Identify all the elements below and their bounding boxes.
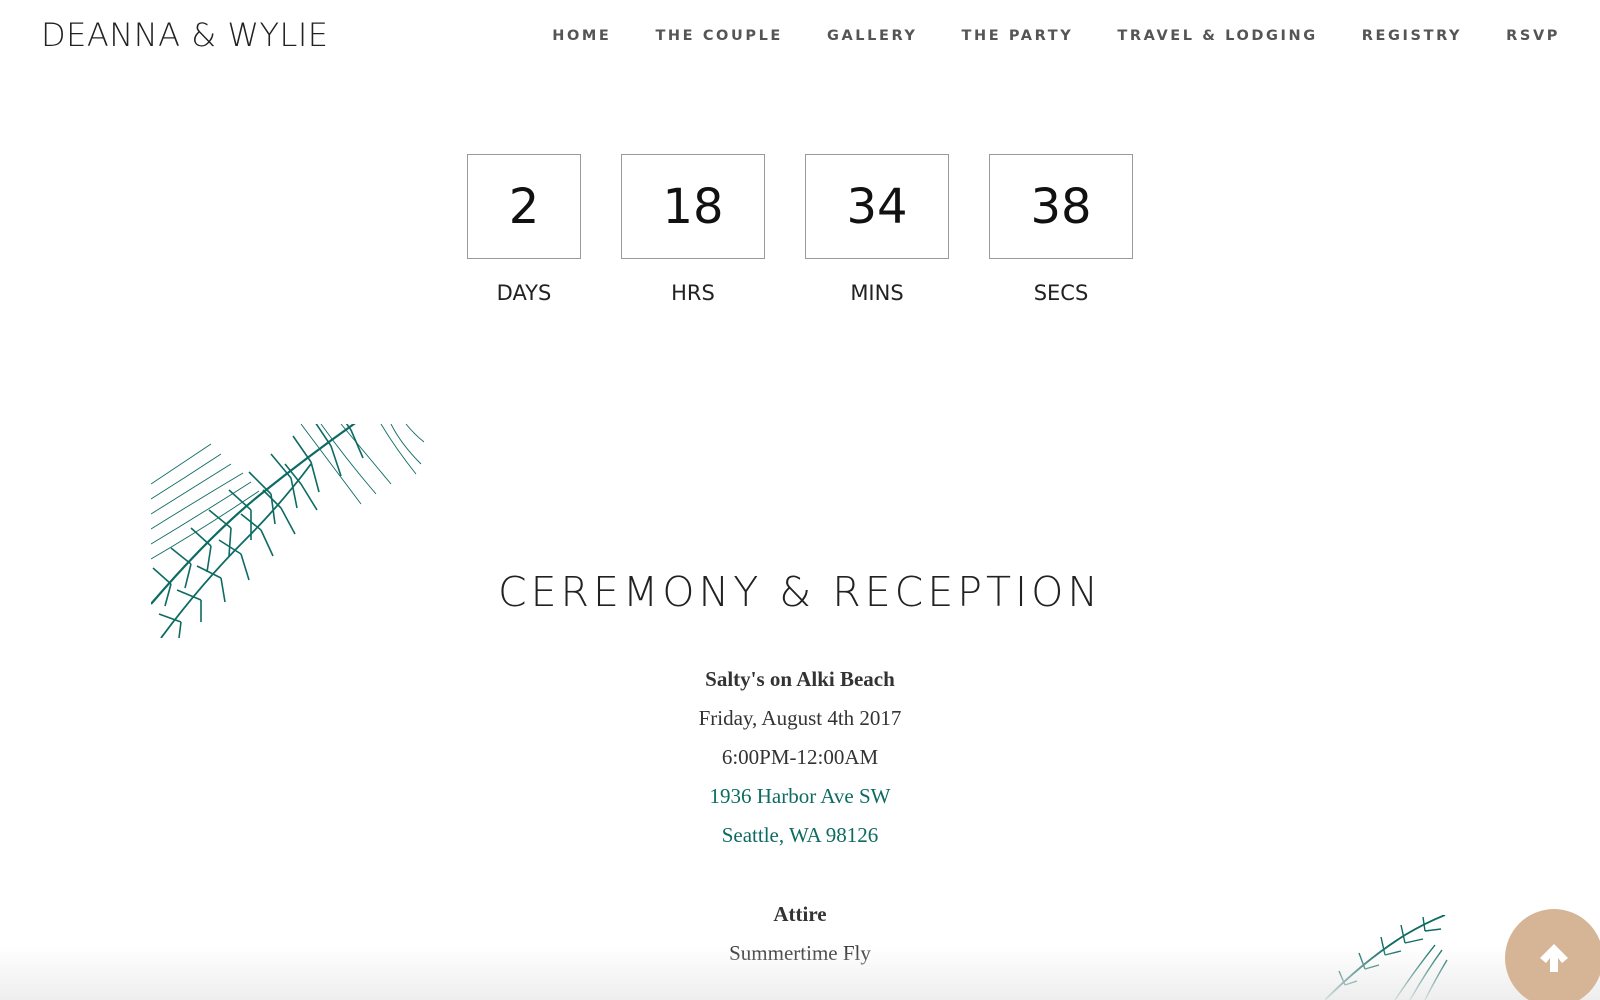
countdown-hours-value: 18 <box>621 154 765 259</box>
page: DEANNA & WYLIE HOME THE COUPLE GALLERY T… <box>0 0 1600 1000</box>
site-title[interactable]: DEANNA & WYLIE <box>41 16 328 54</box>
countdown-seconds: 38 SECS <box>989 154 1133 305</box>
countdown-days-value: 2 <box>467 154 581 259</box>
nav-item-the-party[interactable]: THE PARTY <box>962 28 1074 44</box>
nav-item-gallery[interactable]: GALLERY <box>827 28 918 44</box>
nav-item-the-couple[interactable]: THE COUPLE <box>655 28 783 44</box>
arrow-up-icon <box>1540 944 1568 972</box>
section-title: CEREMONY & RECEPTION <box>497 568 1103 616</box>
countdown-minutes-label: MINS <box>850 281 904 305</box>
back-to-top-button[interactable] <box>1505 909 1600 1000</box>
nav-item-home[interactable]: HOME <box>552 28 611 44</box>
venue-name: Salty's on Alki Beach <box>705 667 895 691</box>
event-time: 6:00PM-12:00AM <box>721 745 879 769</box>
main-nav: HOME THE COUPLE GALLERY THE PARTY TRAVEL… <box>508 28 1560 44</box>
countdown-seconds-value: 38 <box>989 154 1133 259</box>
countdown-minutes-value: 34 <box>805 154 949 259</box>
fern-decoration-bottom-right <box>1325 915 1448 1000</box>
countdown-timer: 2 DAYS 18 HRS 34 MINS 38 SECS <box>0 154 1600 305</box>
countdown-days-label: DAYS <box>496 281 552 305</box>
nav-item-rsvp[interactable]: RSVP <box>1506 28 1560 44</box>
nav-item-travel-lodging[interactable]: TRAVEL & LODGING <box>1117 28 1317 44</box>
countdown-hours: 18 HRS <box>621 154 765 305</box>
countdown-days: 2 DAYS <box>467 154 581 305</box>
address-link-line1[interactable]: 1936 Harbor Ave SW <box>0 777 1600 816</box>
countdown-seconds-label: SECS <box>1033 281 1089 305</box>
event-date: Friday, August 4th 2017 <box>698 706 902 730</box>
nav-item-registry[interactable]: REGISTRY <box>1362 28 1462 44</box>
address-link-line2[interactable]: Seattle, WA 98126 <box>0 816 1600 855</box>
countdown-hours-label: HRS <box>671 281 715 305</box>
countdown-minutes: 34 MINS <box>805 154 949 305</box>
